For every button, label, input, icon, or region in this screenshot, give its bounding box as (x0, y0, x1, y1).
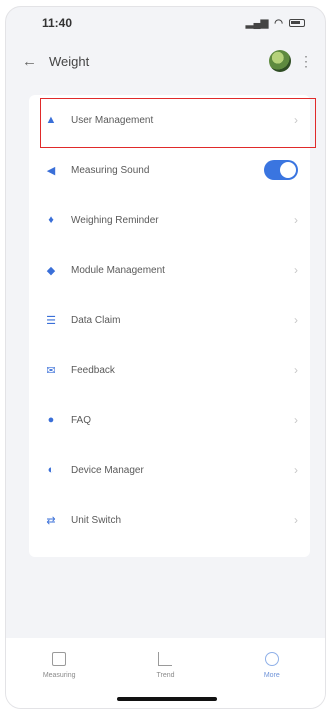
tab-label: Measuring (42, 672, 76, 679)
status-icons: ▂▄▆ ◠ (246, 18, 305, 29)
menu-item-label: Data Claim (71, 314, 121, 326)
chevron-right-icon: › (294, 313, 298, 327)
chevron-right-icon: › (294, 413, 298, 427)
message-icon: ✉ (46, 364, 56, 377)
menu-item-user-management[interactable]: ▲ User Management › (29, 95, 310, 145)
menu-item-label: FAQ (71, 414, 92, 426)
menu-item-data-claim[interactable]: ☰ Data Claim › (29, 295, 310, 345)
measuring-sound-toggle[interactable] (264, 160, 298, 180)
module-icon: ◆ (46, 264, 56, 277)
chevron-right-icon: › (294, 263, 298, 277)
page-title: Weight (49, 53, 90, 69)
speaker-icon: ◀ (46, 164, 56, 177)
menu-item-feedback[interactable]: ✉ Feedback › (29, 345, 310, 395)
menu-item-weighing-reminder[interactable]: ♦ Weighing Reminder › (29, 195, 310, 245)
wifi-icon: ◠ (274, 17, 283, 29)
chevron-right-icon: › (294, 113, 298, 127)
more-circle-icon (264, 652, 279, 666)
tab-measuring[interactable]: Measuring (24, 652, 94, 679)
switch-icon: ⇄ (46, 514, 56, 527)
list-icon: ☰ (46, 314, 56, 327)
bell-icon: ♦ (48, 214, 54, 226)
back-arrow-icon[interactable]: ← (22, 53, 37, 70)
phone-screen: 11:40 ▂▄▆ ◠ ← Weight ⋮ ▲ User Management… (5, 6, 326, 709)
settings-card: ▲ User Management › ◀ Measuring Sound ♦ … (29, 95, 310, 557)
tab-trend[interactable]: Trend (130, 652, 200, 679)
menu-item-label: Device Manager (71, 464, 144, 476)
menu-item-faq[interactable]: ● FAQ › (29, 395, 310, 445)
chart-icon (158, 652, 173, 666)
chevron-right-icon: › (294, 513, 298, 527)
chevron-right-icon: › (294, 363, 298, 377)
question-icon: ● (47, 414, 55, 426)
chevron-right-icon: › (294, 463, 298, 477)
signal-icon: ▂▄▆ (245, 17, 269, 29)
avatar[interactable] (269, 50, 291, 72)
menu-item-label: Feedback (71, 364, 115, 376)
tab-label: More (263, 672, 280, 679)
menu-item-label: Unit Switch (71, 514, 122, 526)
calendar-icon (52, 652, 67, 666)
menu-item-module-management[interactable]: ◆ Module Management › (29, 245, 310, 295)
toggle-knob (280, 162, 296, 178)
menu-item-label: Module Management (71, 264, 165, 276)
status-bar: 11:40 ▂▄▆ ◠ (6, 7, 325, 39)
chevron-right-icon: › (294, 213, 298, 227)
battery-icon (289, 19, 305, 27)
header: ← Weight ⋮ (6, 39, 325, 83)
menu-item-device-manager[interactable]: ◐ Device Manager › (29, 445, 310, 495)
menu-item-unit-switch[interactable]: ⇄ Unit Switch › (29, 495, 310, 545)
status-time: 11:40 (42, 16, 73, 30)
menu-item-label: User Management (71, 114, 154, 126)
tab-more[interactable]: More (237, 652, 307, 679)
person-icon: ▲ (45, 114, 57, 126)
device-icon: ◐ (47, 464, 55, 476)
tab-label: Trend (156, 672, 175, 679)
more-options-icon[interactable]: ⋮ (299, 54, 313, 68)
menu-item-label: Measuring Sound (71, 164, 150, 176)
home-indicator (117, 697, 217, 701)
menu-item-measuring-sound: ◀ Measuring Sound (29, 145, 310, 195)
menu-item-label: Weighing Reminder (71, 214, 159, 226)
